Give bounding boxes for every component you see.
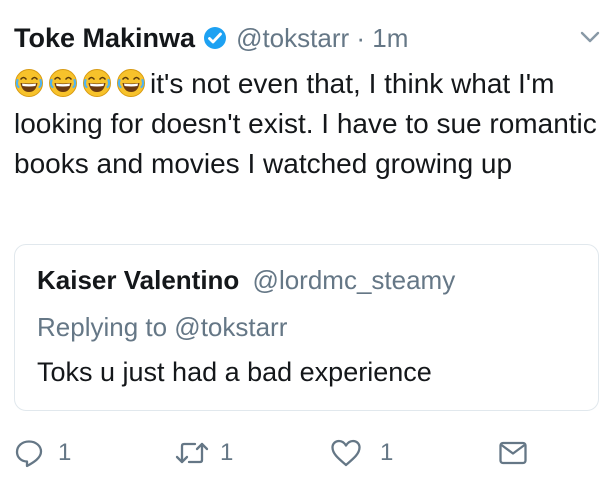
chevron-down-icon[interactable] xyxy=(577,24,603,50)
face-with-tears-of-joy-emoji xyxy=(117,69,145,97)
retweet-icon xyxy=(175,442,209,464)
quoted-author-name: Kaiser Valentino xyxy=(37,265,240,295)
replying-to: Replying to @tokstarr xyxy=(37,312,288,342)
face-with-tears-of-joy-emoji xyxy=(83,69,111,97)
face-with-tears-of-joy-emoji xyxy=(49,69,77,97)
retweet-button[interactable]: 1 xyxy=(174,438,233,468)
meta-separator: · xyxy=(356,22,366,53)
tweet-header: Toke Makinwa @tokstarr · 1m xyxy=(14,18,601,58)
direct-message-button[interactable] xyxy=(498,438,528,468)
reply-count: 1 xyxy=(58,439,72,466)
like-count: 1 xyxy=(380,439,394,466)
tweet-time[interactable]: 1m xyxy=(372,23,408,53)
face-with-tears-of-joy-emoji xyxy=(15,69,43,97)
tweet-actions: 1 1 1 xyxy=(14,438,599,478)
heart-icon xyxy=(331,439,361,467)
quoted-tweet[interactable]: Kaiser Valentino @lordmc_steamy Replying… xyxy=(14,244,599,411)
reply-icon xyxy=(15,440,43,468)
tweet-body: it's not even that, I think what I'm loo… xyxy=(14,64,599,184)
quoted-tweet-header: Kaiser Valentino @lordmc_steamy xyxy=(37,265,455,296)
quoted-author-handle: @lordmc_steamy xyxy=(252,265,456,295)
quoted-tweet-text: Toks u just had a bad experience xyxy=(37,357,432,387)
emoji-row xyxy=(14,68,150,99)
verified-badge-icon xyxy=(204,27,227,49)
author-handle[interactable]: @tokstarr · 1m xyxy=(236,23,408,54)
like-button[interactable]: 1 xyxy=(330,438,393,468)
author-name[interactable]: Toke Makinwa xyxy=(14,23,195,54)
retweet-count: 1 xyxy=(220,439,234,466)
reply-button[interactable]: 1 xyxy=(14,438,71,468)
envelope-icon xyxy=(499,441,527,465)
